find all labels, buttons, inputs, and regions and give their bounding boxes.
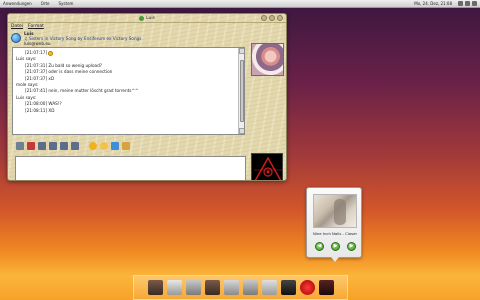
chat-lines: [21:07:17] Luis says: [21:07:31] Zu bald …: [16, 50, 234, 114]
message-input[interactable]: [15, 156, 246, 180]
chat-scrollbar[interactable]: [238, 48, 244, 134]
next-icon: ▶: [349, 243, 354, 249]
app-1-icon[interactable]: [147, 280, 163, 295]
color-icon[interactable]: [27, 142, 35, 150]
play-button[interactable]: ▶: [331, 242, 340, 251]
app-7-icon[interactable]: [261, 280, 277, 295]
contact-email: luis@web.eu: [24, 41, 51, 46]
contact-info: Luis ♫ Sisters in Victory Song by Ensife…: [24, 31, 141, 46]
triangle-eye-icon: [254, 156, 282, 180]
own-avatar: [251, 153, 283, 180]
emoji-icon: [48, 50, 54, 56]
format-toolbar: [16, 141, 244, 151]
previous-icon: ◀: [317, 243, 322, 249]
dock: [133, 275, 348, 300]
messenger-icon: [139, 15, 145, 21]
contact-header: Luis ♫ Sisters in Victory Song by Ensife…: [8, 30, 286, 47]
track-title: Nine Inch Nails - Closer: [312, 231, 357, 236]
minimize-button[interactable]: [261, 15, 267, 21]
smiley-icon[interactable]: [89, 142, 97, 150]
maximize-button[interactable]: [269, 15, 275, 21]
window-titlebar[interactable]: Luis: [8, 14, 286, 23]
app-4-icon[interactable]: [204, 280, 220, 295]
wink-icon[interactable]: [100, 142, 108, 150]
menu-places[interactable]: Orte: [41, 1, 50, 6]
album-cover: [313, 194, 357, 228]
app-3-icon[interactable]: [185, 280, 201, 295]
app-5-icon[interactable]: [223, 280, 239, 295]
menu-file[interactable]: Datei: [11, 24, 23, 29]
app-2-icon[interactable]: [166, 280, 182, 295]
bold-icon[interactable]: [38, 142, 46, 150]
music-popup: Nine Inch Nails - Closer ◀ ▶ ▶: [306, 187, 362, 262]
font-icon[interactable]: [16, 142, 24, 150]
previous-button[interactable]: ◀: [315, 242, 324, 251]
strike-icon[interactable]: [71, 142, 79, 150]
contact-status-icon: [11, 33, 21, 43]
scroll-down-arrow[interactable]: [239, 128, 244, 134]
top-panel: Anwendungen Orte System Mo, 24. Dez, 21:…: [0, 0, 480, 8]
menu-system[interactable]: System: [59, 1, 74, 6]
menu-applications[interactable]: Anwendungen: [3, 1, 32, 6]
next-button[interactable]: ▶: [347, 242, 356, 251]
app-8-icon[interactable]: [280, 280, 296, 295]
window-menubar: Datei Format: [8, 23, 286, 30]
scroll-thumb[interactable]: [240, 60, 244, 122]
play-icon: ▶: [333, 243, 338, 249]
wizz-icon[interactable]: [122, 142, 130, 150]
chat-window: Luis Datei Format Luis ♫ Sisters in Vict…: [7, 13, 287, 181]
chat-history[interactable]: [21:07:17] Luis says: [21:07:31] Zu bald …: [12, 47, 245, 135]
chat-message-line: [21:08:11] XD: [25, 107, 55, 113]
volume-icon[interactable]: [465, 1, 470, 6]
italic-icon[interactable]: [49, 142, 57, 150]
panel-clock[interactable]: Mo, 24. Dez, 21:08: [414, 1, 452, 6]
underline-icon[interactable]: [60, 142, 68, 150]
network-icon[interactable]: [458, 1, 463, 6]
close-button[interactable]: [277, 15, 283, 21]
app-10-icon[interactable]: [318, 280, 334, 295]
window-buttons: [261, 15, 283, 21]
contact-avatar: [251, 43, 284, 76]
app-9-icon[interactable]: [299, 280, 315, 295]
scroll-up-arrow[interactable]: [239, 48, 244, 54]
nudge-icon[interactable]: [111, 142, 119, 150]
power-icon[interactable]: [472, 1, 477, 6]
window-title-text: Luis: [146, 15, 155, 21]
system-tray: [458, 1, 477, 6]
menu-format[interactable]: Format: [28, 24, 44, 29]
window-title: Luis: [139, 15, 155, 21]
app-6-icon[interactable]: [242, 280, 258, 295]
